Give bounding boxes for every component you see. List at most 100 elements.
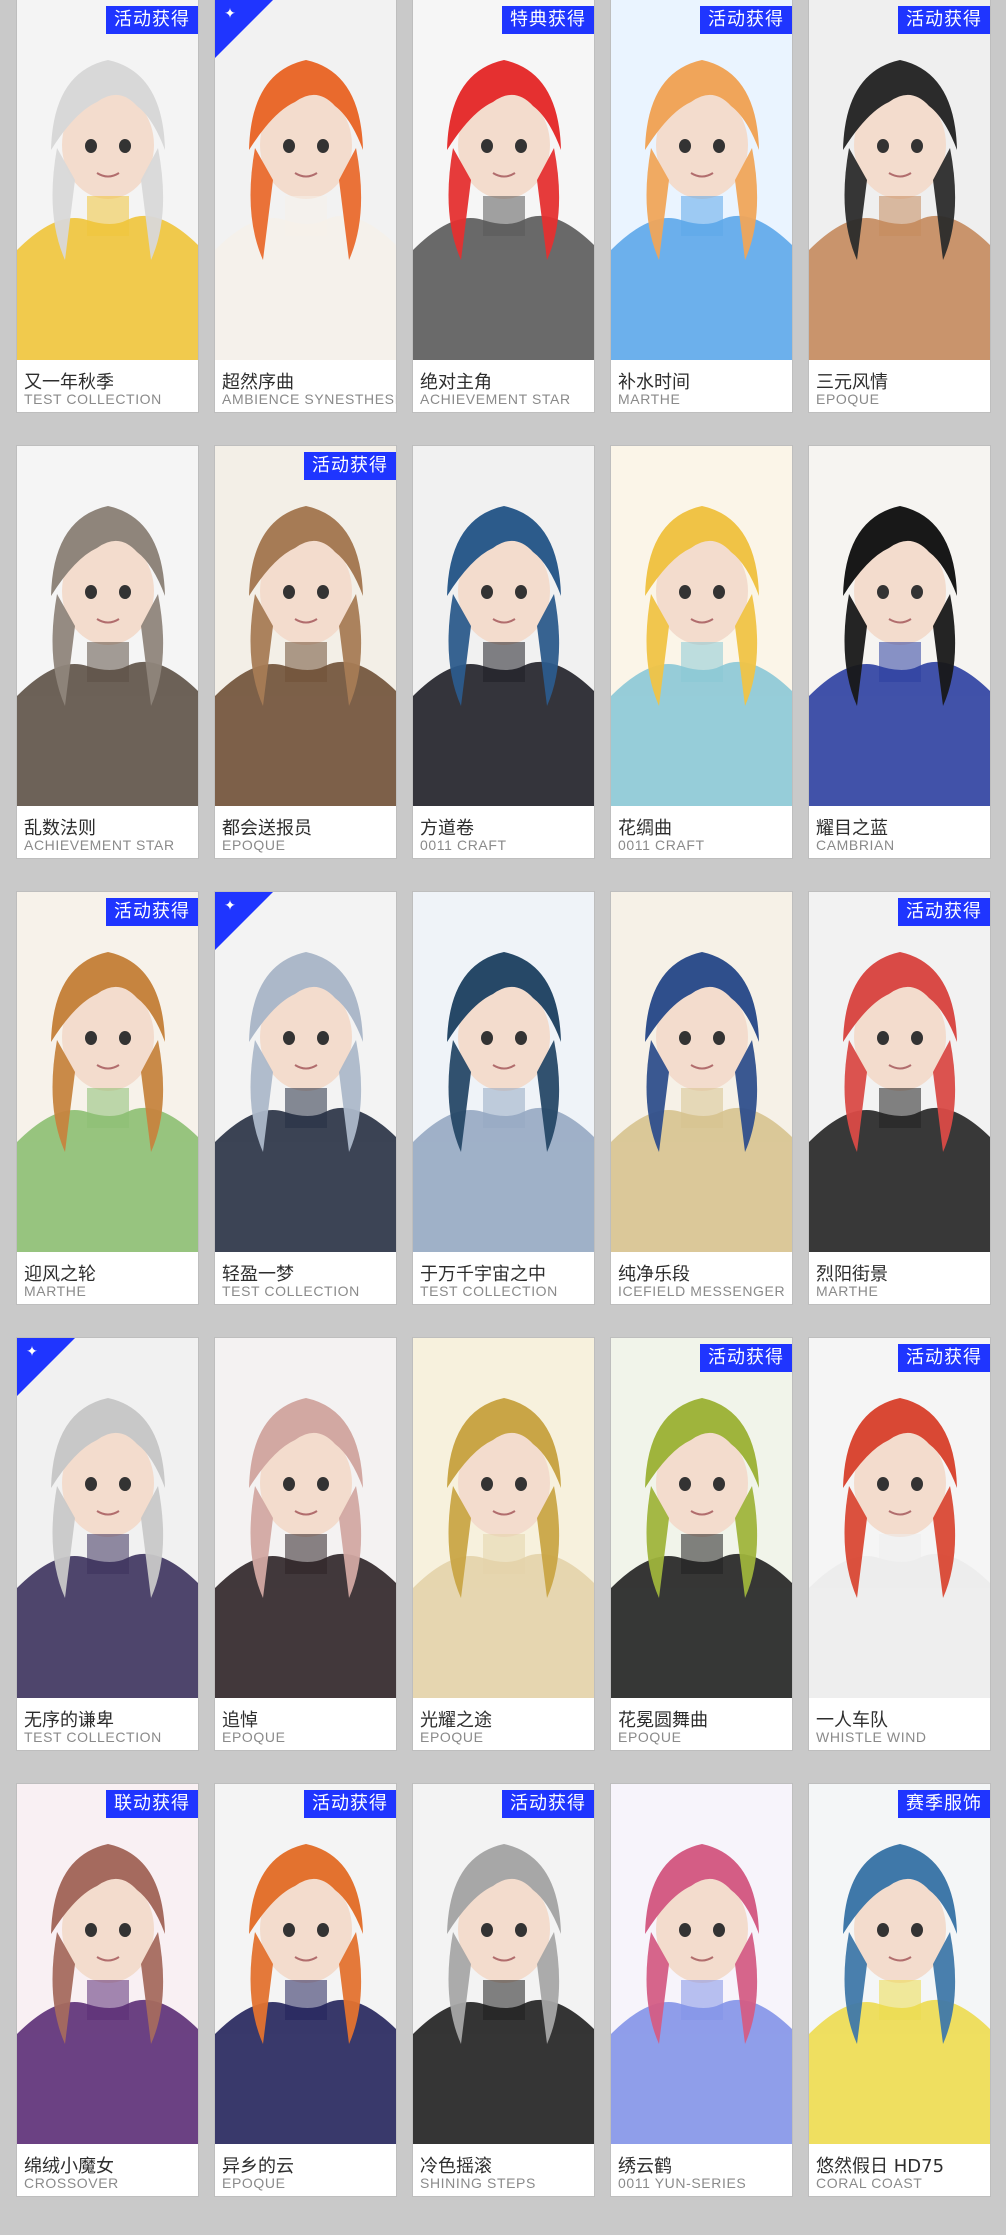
skin-brand: 0011 CRAFT bbox=[420, 837, 507, 853]
portrait-placeholder-icon bbox=[17, 0, 198, 360]
skin-artwork bbox=[809, 1338, 990, 1698]
skin-brand: EPOQUE bbox=[222, 837, 286, 853]
skin-artwork bbox=[17, 0, 198, 360]
skin-row-1: 活动获得 又一年秋季 TEST COLLECTION ✦ 超然序曲 AMBIEN… bbox=[17, 0, 1006, 412]
skin-info: 一人车队 WHISTLE WIND bbox=[809, 1698, 990, 1750]
skin-info: 方道卷 0011 CRAFT bbox=[413, 806, 594, 858]
skin-artwork bbox=[17, 1784, 198, 2144]
skin-brand: EPOQUE bbox=[222, 1729, 286, 1745]
skin-row-5: 联动获得 绵绒小魔女 CROSSOVER 活动获得 异乡的云 EPOQUE 活动… bbox=[17, 1784, 1006, 2196]
skin-row-4: ✦ 无序的谦卑 TEST COLLECTION 追悼 EPOQUE 光耀之途 E… bbox=[17, 1338, 1006, 1750]
skin-info: 耀目之蓝 CAMBRIAN bbox=[809, 806, 990, 858]
skin-card[interactable]: 绣云鹤 0011 YUN-SERIES bbox=[611, 1784, 792, 2196]
portrait-placeholder-icon bbox=[413, 892, 594, 1252]
skin-brand: ACHIEVEMENT STAR bbox=[420, 391, 571, 407]
skin-brand: EPOQUE bbox=[618, 1729, 682, 1745]
skin-artwork bbox=[413, 446, 594, 806]
skin-brand: SHINING STEPS bbox=[420, 2175, 536, 2191]
skin-card[interactable]: 活动获得 都会送报员 EPOQUE bbox=[215, 446, 396, 858]
skin-card[interactable]: 活动获得 又一年秋季 TEST COLLECTION bbox=[17, 0, 198, 412]
acquisition-badge: 活动获得 bbox=[304, 452, 396, 480]
skin-artwork bbox=[611, 1338, 792, 1698]
skin-brand: EPOQUE bbox=[816, 391, 880, 407]
skin-info: 无序的谦卑 TEST COLLECTION bbox=[17, 1698, 198, 1750]
acquisition-badge: 活动获得 bbox=[304, 1790, 396, 1818]
portrait-placeholder-icon bbox=[611, 0, 792, 360]
skin-info: 悠然假日 HD75 CORAL COAST bbox=[809, 2144, 990, 2196]
acquisition-badge: 活动获得 bbox=[898, 1344, 990, 1372]
skin-artwork bbox=[611, 1784, 792, 2144]
portrait-placeholder-icon bbox=[413, 1784, 594, 2144]
skin-brand: CROSSOVER bbox=[24, 2175, 119, 2191]
skin-artwork bbox=[413, 892, 594, 1252]
skin-info: 光耀之途 EPOQUE bbox=[413, 1698, 594, 1750]
skin-brand: ACHIEVEMENT STAR bbox=[24, 837, 175, 853]
skin-info: 又一年秋季 TEST COLLECTION bbox=[17, 360, 198, 412]
skin-card[interactable]: 花绸曲 0011 CRAFT bbox=[611, 446, 792, 858]
skin-card[interactable]: 活动获得 一人车队 WHISTLE WIND bbox=[809, 1338, 990, 1750]
portrait-placeholder-icon bbox=[413, 446, 594, 806]
portrait-placeholder-icon bbox=[611, 446, 792, 806]
skin-card[interactable]: 耀目之蓝 CAMBRIAN bbox=[809, 446, 990, 858]
skin-row-3: 活动获得 迎风之轮 MARTHE ✦ 轻盈一梦 TEST COLLECTION … bbox=[17, 892, 1006, 1304]
skin-brand: MARTHE bbox=[816, 1283, 879, 1299]
portrait-placeholder-icon bbox=[215, 1784, 396, 2144]
skin-info: 绝对主角 ACHIEVEMENT STAR bbox=[413, 360, 594, 412]
skin-card[interactable]: 活动获得 花冕圆舞曲 EPOQUE bbox=[611, 1338, 792, 1750]
skin-artwork bbox=[809, 892, 990, 1252]
skin-card[interactable]: 追悼 EPOQUE bbox=[215, 1338, 396, 1750]
skin-card[interactable]: 联动获得 绵绒小魔女 CROSSOVER bbox=[17, 1784, 198, 2196]
skin-info: 补水时间 MARTHE bbox=[611, 360, 792, 412]
skin-card[interactable]: 活动获得 补水时间 MARTHE bbox=[611, 0, 792, 412]
skin-brand: CORAL COAST bbox=[816, 2175, 923, 2191]
skin-info: 迎风之轮 MARTHE bbox=[17, 1252, 198, 1304]
skin-card[interactable]: ✦ 无序的谦卑 TEST COLLECTION bbox=[17, 1338, 198, 1750]
skin-brand: WHISTLE WIND bbox=[816, 1729, 927, 1745]
skin-info: 三元风情 EPOQUE bbox=[809, 360, 990, 412]
skin-artwork bbox=[215, 446, 396, 806]
portrait-placeholder-icon bbox=[809, 1338, 990, 1698]
skin-card[interactable]: ✦ 超然序曲 AMBIENCE SYNESTHESIA bbox=[215, 0, 396, 412]
skin-card[interactable]: 方道卷 0011 CRAFT bbox=[413, 446, 594, 858]
skin-info: 花绸曲 0011 CRAFT bbox=[611, 806, 792, 858]
portrait-placeholder-icon bbox=[809, 446, 990, 806]
skin-artwork bbox=[809, 1784, 990, 2144]
skin-card[interactable]: 于万千宇宙之中 TEST COLLECTION bbox=[413, 892, 594, 1304]
skin-card[interactable]: 特典获得 绝对主角 ACHIEVEMENT STAR bbox=[413, 0, 594, 412]
skin-card[interactable]: 活动获得 烈阳街景 MARTHE bbox=[809, 892, 990, 1304]
skin-row-2: 乱数法则 ACHIEVEMENT STAR 活动获得 都会送报员 EPOQUE … bbox=[17, 446, 1006, 858]
skin-brand: EPOQUE bbox=[222, 2175, 286, 2191]
acquisition-badge: 活动获得 bbox=[700, 6, 792, 34]
skin-info: 超然序曲 AMBIENCE SYNESTHESIA bbox=[215, 360, 396, 412]
skin-card[interactable]: 赛季服饰 悠然假日 HD75 CORAL COAST bbox=[809, 1784, 990, 2196]
skin-card[interactable]: ✦ 轻盈一梦 TEST COLLECTION bbox=[215, 892, 396, 1304]
skin-card[interactable]: 乱数法则 ACHIEVEMENT STAR bbox=[17, 446, 198, 858]
portrait-placeholder-icon bbox=[809, 0, 990, 360]
acquisition-badge: 赛季服饰 bbox=[898, 1790, 990, 1818]
skin-info: 都会送报员 EPOQUE bbox=[215, 806, 396, 858]
skin-brand: TEST COLLECTION bbox=[420, 1283, 558, 1299]
skin-info: 轻盈一梦 TEST COLLECTION bbox=[215, 1252, 396, 1304]
portrait-placeholder-icon bbox=[17, 446, 198, 806]
acquisition-badge: 活动获得 bbox=[700, 1344, 792, 1372]
acquisition-badge: 活动获得 bbox=[106, 898, 198, 926]
skin-info: 异乡的云 EPOQUE bbox=[215, 2144, 396, 2196]
skin-gallery-page: { "badges": { "activity": "活动获得", "speci… bbox=[0, 0, 1006, 2235]
skin-brand: TEST COLLECTION bbox=[24, 1729, 162, 1745]
skin-brand: TEST COLLECTION bbox=[222, 1283, 360, 1299]
skin-brand: TEST COLLECTION bbox=[24, 391, 162, 407]
portrait-placeholder-icon bbox=[17, 892, 198, 1252]
skin-card[interactable]: 光耀之途 EPOQUE bbox=[413, 1338, 594, 1750]
skin-info: 烈阳街景 MARTHE bbox=[809, 1252, 990, 1304]
skin-info: 绵绒小魔女 CROSSOVER bbox=[17, 2144, 198, 2196]
portrait-placeholder-icon bbox=[611, 892, 792, 1252]
skin-card[interactable]: 活动获得 异乡的云 EPOQUE bbox=[215, 1784, 396, 2196]
skin-card[interactable]: 活动获得 冷色摇滚 SHINING STEPS bbox=[413, 1784, 594, 2196]
skin-info: 绣云鹤 0011 YUN-SERIES bbox=[611, 2144, 792, 2196]
portrait-placeholder-icon bbox=[611, 1338, 792, 1698]
skin-info: 乱数法则 ACHIEVEMENT STAR bbox=[17, 806, 198, 858]
skin-card[interactable]: 活动获得 三元风情 EPOQUE bbox=[809, 0, 990, 412]
skin-card[interactable]: 活动获得 迎风之轮 MARTHE bbox=[17, 892, 198, 1304]
portrait-placeholder-icon bbox=[611, 1784, 792, 2144]
skin-card[interactable]: 纯净乐段 ICEFIELD MESSENGER bbox=[611, 892, 792, 1304]
